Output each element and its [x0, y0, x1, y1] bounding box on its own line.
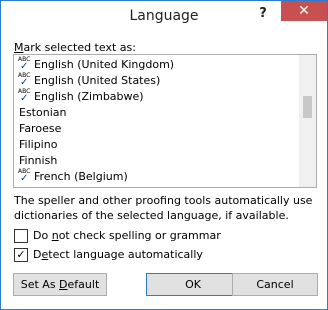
list-item-label: English (United States)	[34, 74, 161, 87]
detect-language-label[interactable]: Detect language automatically	[33, 247, 203, 263]
spellcheck-icon: ABC ✓	[18, 56, 31, 72]
language-listbox[interactable]: ABC ✓ English (United Kingdom) ABC ✓ English …	[13, 54, 317, 188]
list-item[interactable]: Faroese	[14, 121, 299, 137]
language-dialog: Language ? ✕ Mark selected text as: ABC ✓…	[0, 0, 328, 310]
spellcheck-icon: ABC ✓	[18, 88, 31, 104]
list-item-label: French (Belgium)	[34, 170, 128, 183]
list-item-label: Faroese	[19, 122, 62, 135]
list-item-label: Finnish	[19, 154, 58, 167]
list-item-label: English (Zimbabwe)	[34, 90, 144, 103]
list-item[interactable]: ABC ✓ English (United Kingdom)	[14, 56, 299, 73]
list-item-label: Filipino	[19, 138, 58, 151]
ok-button[interactable]: OK	[146, 273, 240, 296]
help-button[interactable]: ?	[251, 1, 275, 27]
list-label: Mark selected text as:	[14, 41, 136, 54]
list-item[interactable]: ABC ✓ English (Zimbabwe)	[14, 88, 299, 105]
close-icon: ✕	[298, 3, 310, 19]
no-check-checkbox[interactable]	[14, 229, 28, 243]
close-button[interactable]: ✕	[281, 1, 327, 21]
list-item-label: Estonian	[19, 106, 67, 119]
list-item[interactable]: ABC ✓ English (United States)	[14, 72, 299, 89]
list-item[interactable]: ABC ✓ French (Belgium)	[14, 168, 299, 185]
list-item[interactable]: Estonian	[14, 105, 299, 121]
language-list: ABC ✓ English (United Kingdom) ABC ✓ English …	[14, 56, 299, 185]
detect-language-checkbox[interactable]: ✓	[14, 248, 28, 262]
title-bar: Language ? ✕	[1, 1, 327, 31]
dialog-title: Language	[129, 8, 199, 24]
spellcheck-icon: ABC ✓	[18, 72, 31, 88]
description-text: The speller and other proofing tools aut…	[14, 194, 313, 222]
set-as-default-button[interactable]: Set As Default	[13, 273, 107, 296]
no-check-label[interactable]: Do not check spelling or grammar	[33, 228, 221, 244]
list-item[interactable]: Finnish	[14, 153, 299, 169]
checkmark-icon: ✓	[16, 248, 26, 261]
list-item-label: English (United Kingdom)	[34, 58, 175, 71]
scrollbar[interactable]	[299, 55, 316, 187]
list-item[interactable]: Filipino	[14, 137, 299, 153]
scrollbar-thumb[interactable]	[303, 96, 312, 118]
spellcheck-icon: ABC ✓	[18, 168, 31, 184]
cancel-button[interactable]: Cancel	[232, 273, 318, 296]
